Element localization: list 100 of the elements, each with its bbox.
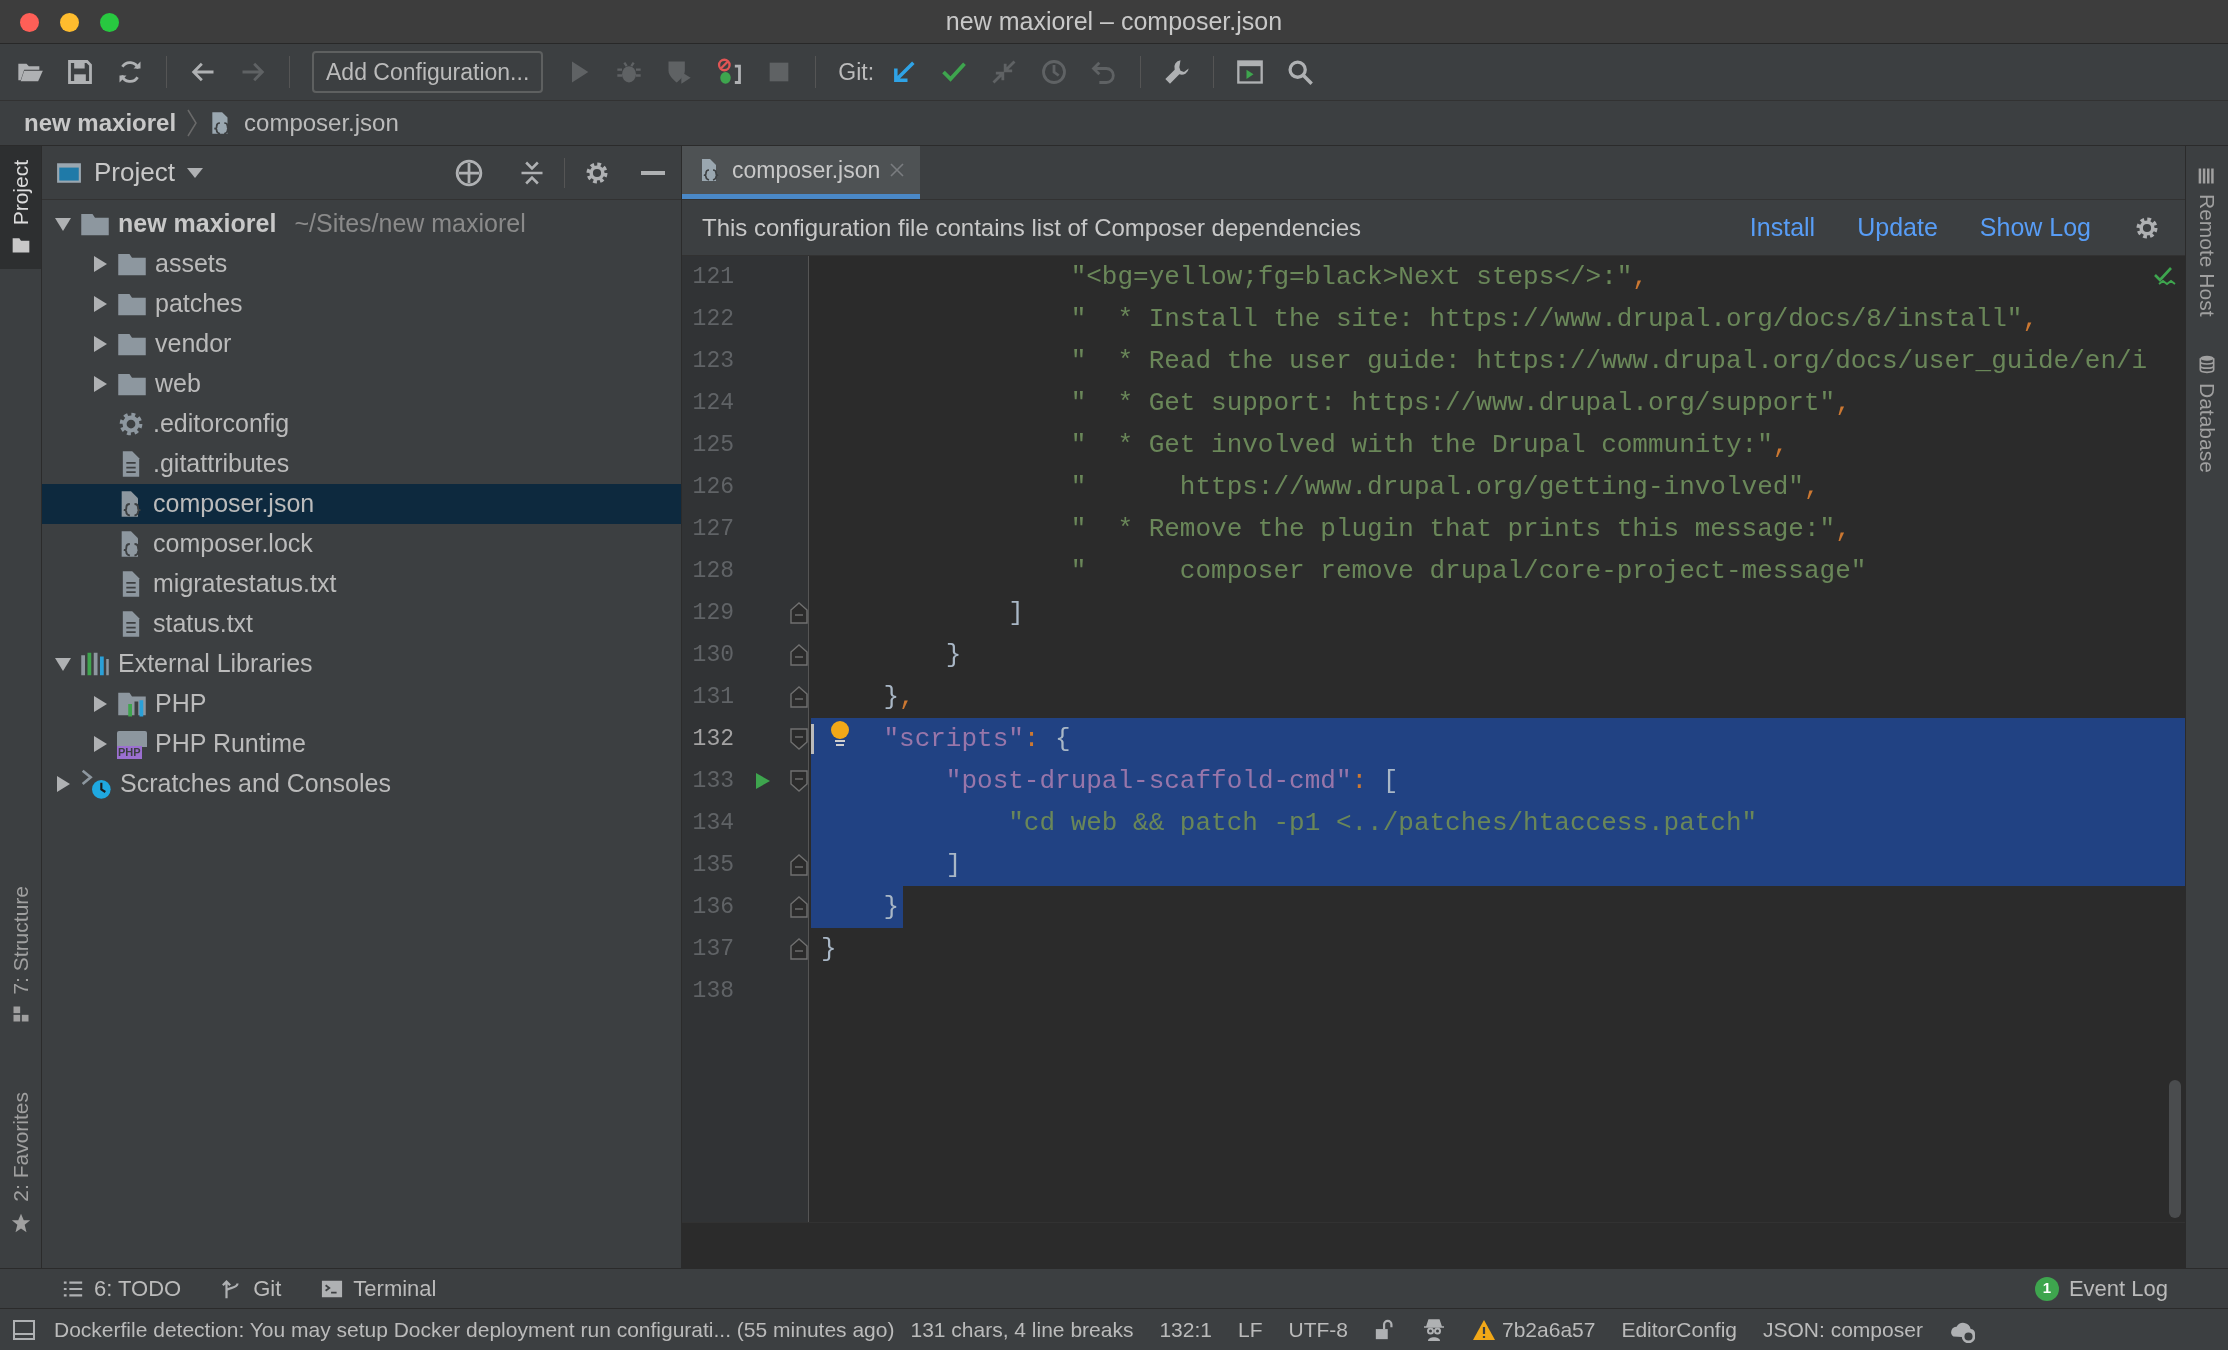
- tree-item-label: composer.lock: [153, 528, 313, 560]
- tool-window-tab[interactable]: Remote Host: [2191, 166, 2223, 317]
- tree-item[interactable]: new maxiorel ~/Sites/new maxiorel: [42, 204, 681, 244]
- breadcrumb-item[interactable]: new maxiorel: [24, 105, 177, 141]
- collapsed-arrow-icon[interactable]: [91, 255, 109, 273]
- console-clock-icon: [80, 768, 112, 800]
- tree-item-label: External Libraries: [118, 648, 313, 680]
- tree-item[interactable]: composer.lock: [42, 524, 681, 564]
- tree-item[interactable]: vendor: [42, 324, 681, 364]
- minimize-window-button[interactable]: [60, 13, 79, 32]
- fold-marker-icon[interactable]: [790, 602, 808, 624]
- zoom-window-button[interactable]: [100, 13, 119, 32]
- banner-link[interactable]: Show Log: [1979, 208, 2091, 247]
- status-message[interactable]: Dockerfile detection: You may setup Docker deployment run configurati... (55 minutes ago): [54, 1313, 895, 1346]
- scrollbar-thumb[interactable]: [2169, 1080, 2181, 1218]
- tree-item-label: PHP Runtime: [155, 728, 306, 760]
- tree-item-label: migratestatus.txt: [153, 568, 337, 600]
- run-icon[interactable]: [754, 771, 772, 791]
- status-icon-button[interactable]: [1422, 1317, 1446, 1342]
- fold-marker-icon[interactable]: [790, 728, 808, 750]
- tool-window-tab[interactable]: 7: Structure: [0, 871, 41, 1039]
- tree-item[interactable]: web: [42, 364, 681, 404]
- chevron-icon: [186, 108, 199, 138]
- tree-item[interactable]: status.txt: [42, 604, 681, 644]
- status-item[interactable]: LF: [1238, 1313, 1263, 1346]
- fold-marker-icon[interactable]: [790, 896, 808, 918]
- run-window-icon: [1236, 58, 1265, 86]
- fold-marker-icon[interactable]: [790, 686, 808, 708]
- tree-item[interactable]: PHP: [42, 684, 681, 724]
- save-button[interactable]: [66, 58, 94, 86]
- git-branch-widget[interactable]: 7b2a6a57: [1472, 1313, 1596, 1346]
- status-item[interactable]: EditorConfig: [1621, 1313, 1737, 1346]
- caret-icon: [186, 167, 203, 178]
- code-line: " * Get support: https://www.drupal.org/support",: [1070, 387, 1851, 420]
- status-item[interactable]: 132:1: [1159, 1313, 1212, 1346]
- fold-marker-icon[interactable]: [790, 938, 808, 960]
- tree-item[interactable]: PHP PHP Runtime: [42, 724, 681, 764]
- bug-stop-button[interactable]: [715, 58, 744, 86]
- tool-window-tab[interactable]: Database: [2191, 352, 2223, 473]
- status-item[interactable]: UTF-8: [1288, 1313, 1348, 1346]
- code-line: "post-drupal-scaffold-cmd": [: [945, 765, 1399, 798]
- text-caret: [811, 724, 814, 754]
- add-configuration-button[interactable]: Add Configuration...: [312, 51, 544, 93]
- inspector-icon: [1422, 1317, 1446, 1342]
- event-log-button[interactable]: 1 Event Log: [2034, 1272, 2168, 1305]
- project-view-dropdown[interactable]: Project: [94, 153, 203, 192]
- tree-item[interactable]: .gitattributes: [42, 444, 681, 484]
- tree-item-label: web: [155, 368, 201, 400]
- tree-item[interactable]: migratestatus.txt: [42, 564, 681, 604]
- window-title: new maxiorel – composer.json: [945, 5, 1283, 37]
- expanded-arrow-icon[interactable]: [54, 215, 72, 233]
- tree-item-label: .gitattributes: [153, 448, 290, 480]
- code-line: }: [945, 639, 962, 672]
- fold-marker-icon[interactable]: [790, 854, 808, 876]
- gear-icon: [117, 410, 145, 438]
- clock-icon: [1040, 58, 1069, 86]
- collapsed-arrow-icon[interactable]: [91, 735, 109, 753]
- fold-marker-icon[interactable]: [790, 770, 808, 792]
- status-item[interactable]: JSON: composer: [1763, 1313, 1923, 1346]
- collapsed-arrow-icon[interactable]: [54, 775, 72, 793]
- tree-item[interactable]: External Libraries: [42, 644, 681, 684]
- expanded-arrow-icon[interactable]: [54, 655, 72, 673]
- tree-item[interactable]: Scratches and Consoles: [42, 764, 681, 804]
- code-line: " * Read the user guide: https://www.drupal.org/docs/user_guide/en/i: [1070, 345, 2148, 378]
- tool-window-tab[interactable]: 2: Favorites: [0, 1078, 41, 1248]
- tool-window-tab[interactable]: 6: TODO: [62, 1272, 182, 1305]
- run-window-button[interactable]: [1236, 58, 1265, 86]
- breadcrumb-item[interactable]: composer.json: [244, 105, 399, 141]
- collapsed-arrow-icon[interactable]: [91, 335, 109, 353]
- code-line: " https://www.drupal.org/getting-involved",: [1070, 471, 1820, 504]
- tool-window-tab[interactable]: Project: [0, 146, 41, 270]
- search-button[interactable]: [1286, 58, 1315, 86]
- close-window-button[interactable]: [20, 13, 39, 32]
- crosshair-icon: [454, 157, 484, 188]
- banner-link[interactable]: Update: [1857, 208, 1938, 247]
- status-icon-button[interactable]: [1374, 1317, 1396, 1342]
- collapsed-arrow-icon[interactable]: [91, 695, 109, 713]
- tool-window-tab[interactable]: Git: [221, 1272, 282, 1305]
- star-icon: [9, 1212, 32, 1234]
- collapsed-arrow-icon[interactable]: [91, 295, 109, 313]
- save-icon: [66, 58, 94, 86]
- tree-item[interactable]: assets: [42, 244, 681, 284]
- code-line: },: [883, 681, 915, 714]
- tree-item-label: composer.json: [153, 488, 315, 520]
- tree-item[interactable]: patches: [42, 284, 681, 324]
- tree-item[interactable]: .editorconfig: [42, 404, 681, 444]
- tree-item[interactable]: composer.json: [42, 484, 681, 524]
- collapsed-arrow-icon[interactable]: [91, 375, 109, 393]
- tool-window-tab[interactable]: Terminal: [321, 1272, 437, 1305]
- banner-link[interactable]: Install: [1749, 208, 1816, 247]
- editor-tab[interactable]: composer.json: [682, 146, 921, 199]
- status-item[interactable]: 131 chars, 4 line breaks: [910, 1313, 1134, 1346]
- code-line: ]: [1008, 597, 1024, 630]
- code-line: " * Remove the plugin that prints this message:",: [1070, 513, 1851, 546]
- tree-item-label: .editorconfig: [153, 408, 290, 440]
- search-icon: [1286, 58, 1315, 86]
- fold-marker-icon[interactable]: [790, 644, 808, 666]
- code-line: }: [883, 891, 900, 924]
- inspection-ok-icon: [2153, 266, 2177, 288]
- tree-item-label: Scratches and Consoles: [120, 768, 391, 800]
